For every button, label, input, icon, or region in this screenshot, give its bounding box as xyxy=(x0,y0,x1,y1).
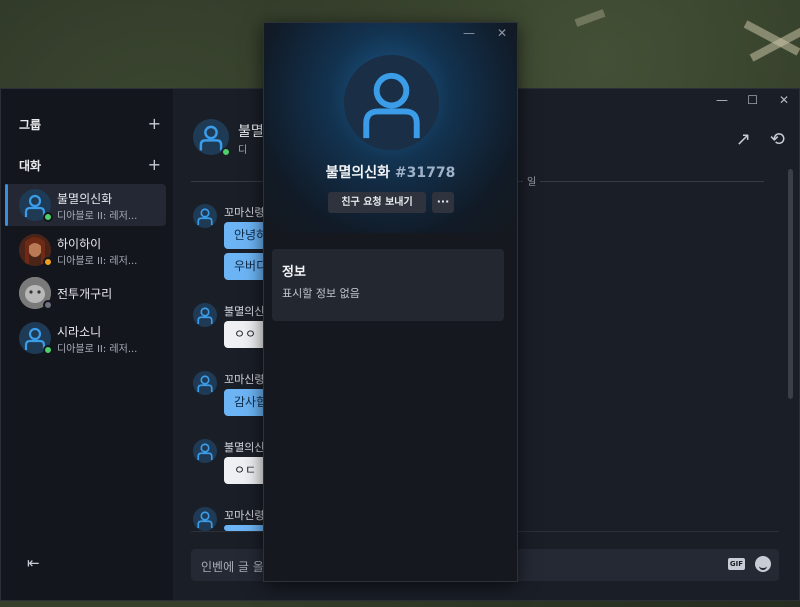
conversation-subtitle: 디아블로 II: 레저... xyxy=(57,211,138,222)
emoji-icon[interactable] xyxy=(755,556,771,572)
profile-display-name: 불멸의신화 xyxy=(325,165,391,181)
conversation-name: 시라소니 xyxy=(57,325,102,339)
message-avatar xyxy=(193,204,217,228)
refresh-icon[interactable]: ⟲ xyxy=(770,129,785,150)
conversation-item-1[interactable]: 불멸의신화 디아블로 II: 레저... xyxy=(5,184,166,226)
popout-arrow-icon[interactable]: ↗ xyxy=(736,129,751,150)
conversation-name: 전투개구리 xyxy=(57,287,113,301)
message-author: 불멸의신 xyxy=(224,305,265,318)
conversations-heading: 대화 xyxy=(19,159,42,173)
chat-header-subtitle: 디 xyxy=(238,145,248,156)
add-group-button[interactable]: + xyxy=(148,116,161,132)
add-conversation-button[interactable]: + xyxy=(148,157,161,173)
more-options-button[interactable]: ··· xyxy=(432,192,454,213)
info-panel: 정보 표시할 정보 없음 xyxy=(272,249,504,321)
collapse-sidebar-icon[interactable]: ⇤ xyxy=(27,554,40,572)
message-input-placeholder: 인벤에 글 올 xyxy=(201,560,264,574)
close-icon[interactable]: ✕ xyxy=(779,93,789,107)
info-empty-text: 표시할 정보 없음 xyxy=(282,287,360,300)
chat-header-name: 불멸 xyxy=(238,124,264,140)
conversation-item-3[interactable]: 전투개구리 xyxy=(5,272,166,314)
date-label: 일 xyxy=(523,173,541,188)
profile-tag: #31778 xyxy=(394,165,456,181)
groups-heading: 그룹 xyxy=(19,118,42,132)
online-status-icon xyxy=(221,147,231,157)
away-status-icon xyxy=(43,257,53,267)
maximize-icon[interactable]: ☐ xyxy=(747,93,758,107)
profile-minimize-icon[interactable]: — xyxy=(463,26,475,40)
message-avatar xyxy=(193,439,217,463)
profile-close-icon[interactable]: ✕ xyxy=(497,26,507,40)
conversation-name: 불멸의신화 xyxy=(57,192,113,206)
online-status-icon xyxy=(43,345,53,355)
message-author: 꼬마신령 xyxy=(224,509,265,522)
profile-avatar-icon xyxy=(344,55,439,150)
conversation-item-4[interactable]: 시라소니 디아블로 II: 레저... xyxy=(5,317,166,359)
message-avatar xyxy=(193,303,217,327)
chat-scrollbar[interactable] xyxy=(788,169,793,399)
online-status-icon xyxy=(43,212,53,222)
profile-popup: — ✕ 불멸의신화 #31778 친구 요청 보내기 ··· 정보 표시할 정보… xyxy=(263,22,518,582)
sidebar: 그룹 + 대화 + 불멸의신화 디아블로 II: 레저... 하이하이 디아블로… xyxy=(1,89,173,600)
conversation-name: 하이하이 xyxy=(57,237,102,251)
message-author: 꼬마신령 xyxy=(224,206,265,219)
conversation-subtitle: 디아블로 II: 레저... xyxy=(57,256,138,267)
message-author: 꼬마신령 xyxy=(224,373,265,386)
message-author: 불멸의신 xyxy=(224,441,265,454)
minimize-icon[interactable]: — xyxy=(716,93,728,107)
info-title: 정보 xyxy=(282,265,306,280)
message-avatar xyxy=(193,371,217,395)
message-avatar xyxy=(193,507,217,531)
conversation-item-2[interactable]: 하이하이 디아블로 II: 레저... xyxy=(5,229,166,271)
offline-status-icon xyxy=(43,300,53,310)
send-friend-request-button[interactable]: 친구 요청 보내기 xyxy=(328,192,426,213)
conversation-subtitle: 디아블로 II: 레저... xyxy=(57,344,138,355)
profile-name: 불멸의신화 #31778 xyxy=(264,162,517,182)
gif-icon[interactable]: GIF xyxy=(727,558,745,570)
